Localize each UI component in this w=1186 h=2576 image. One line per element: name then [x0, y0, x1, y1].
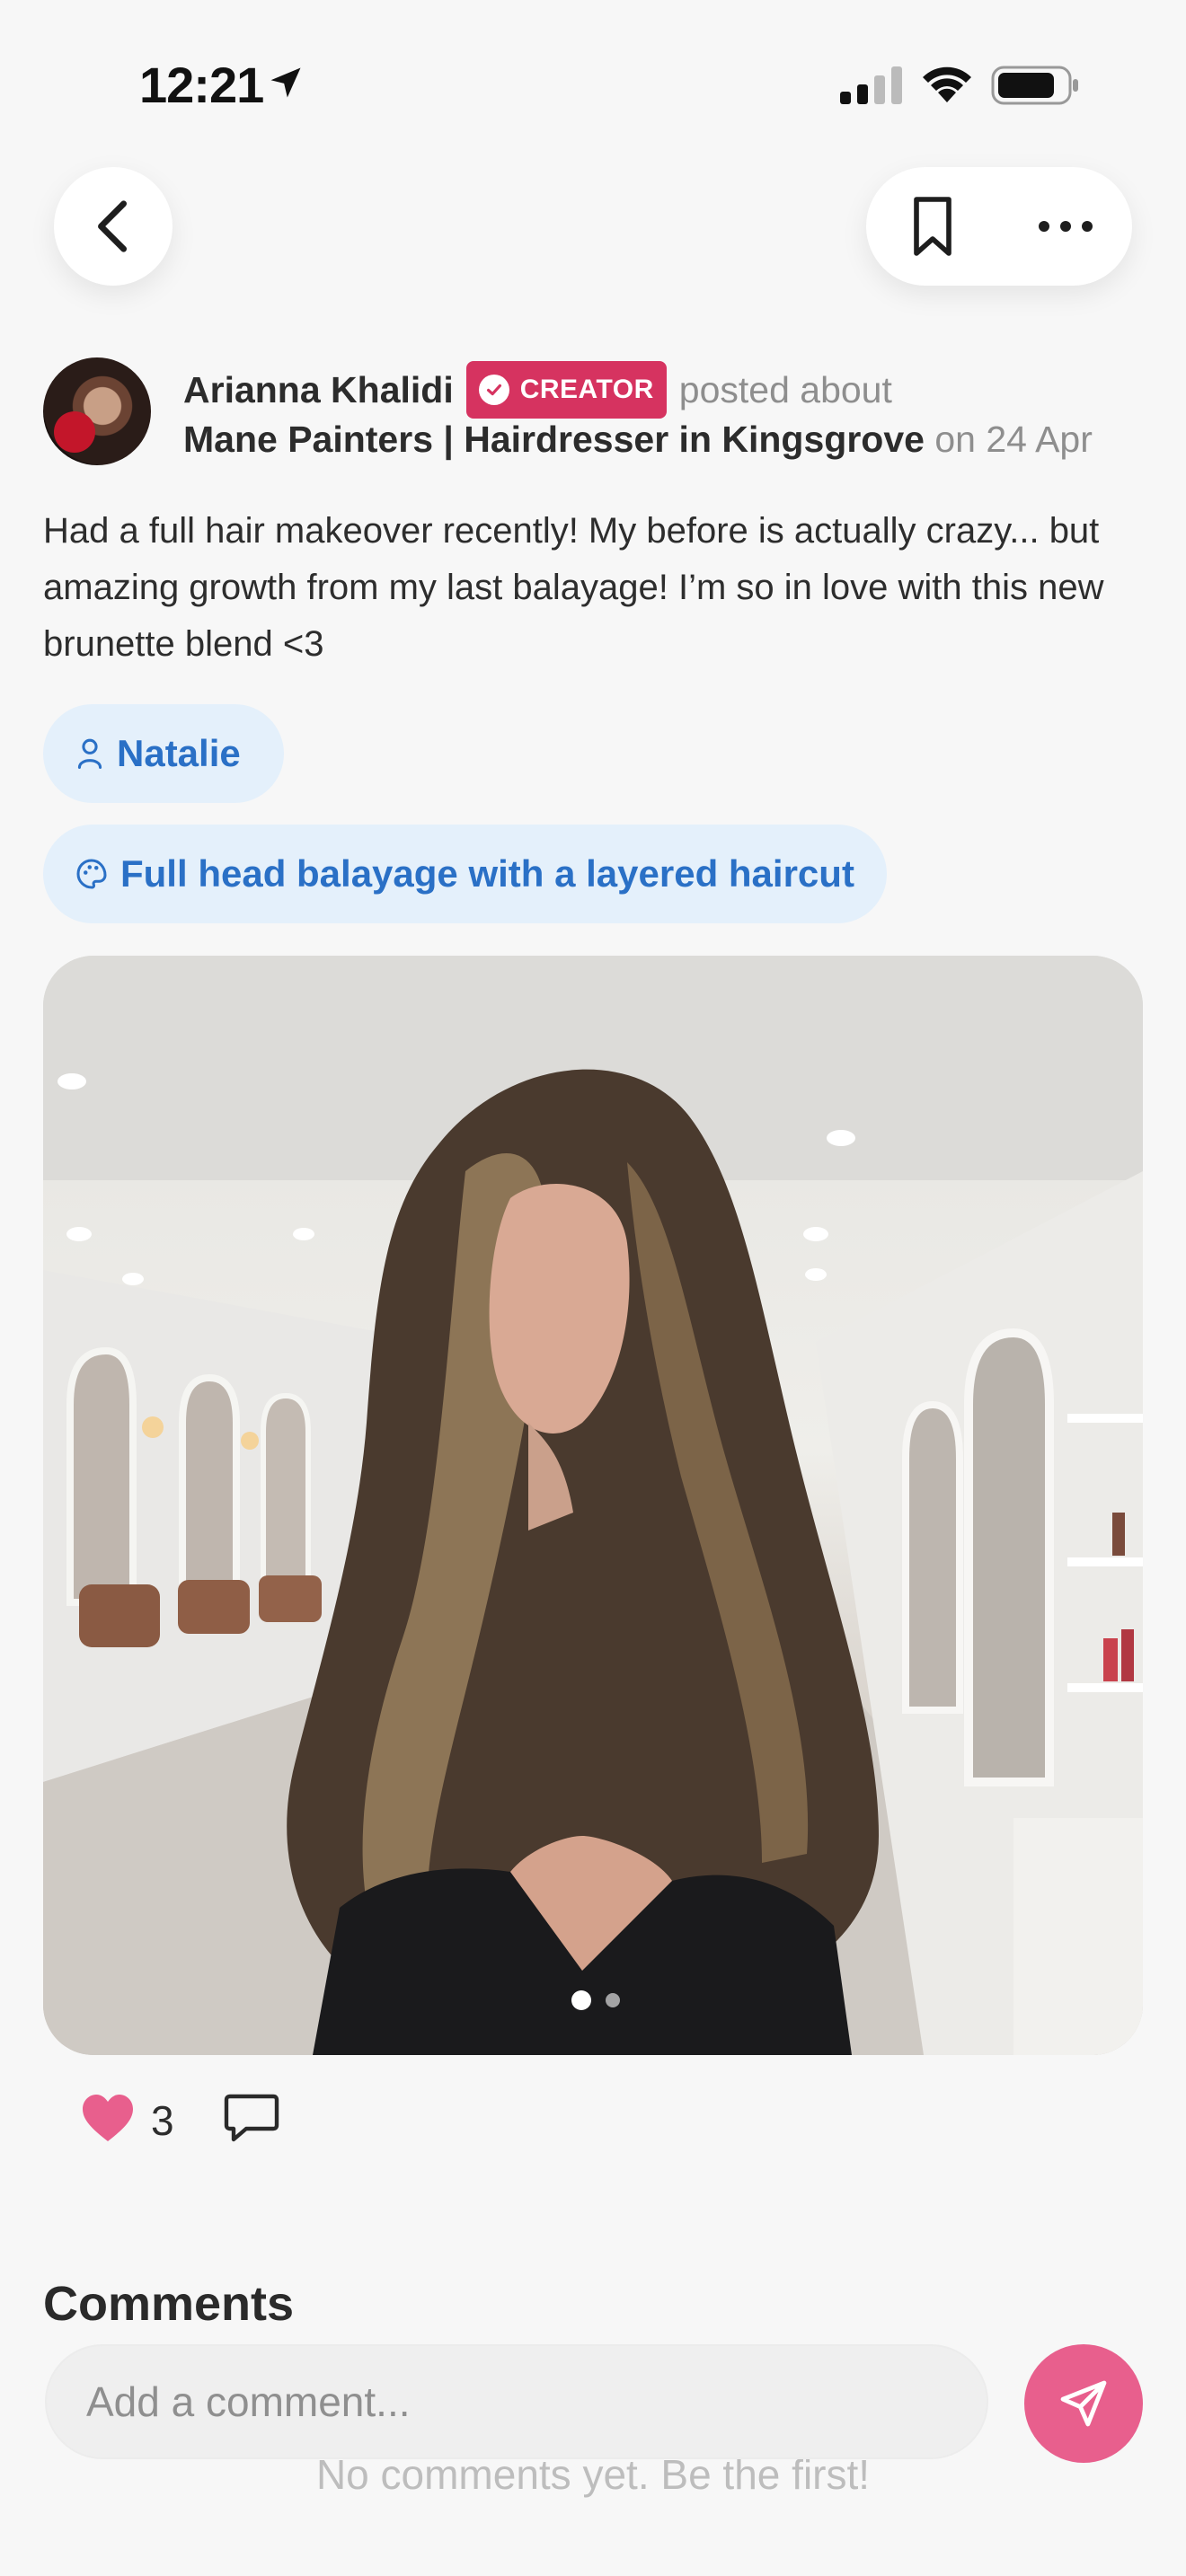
wifi-icon [923, 66, 971, 102]
avatar[interactable] [43, 357, 151, 465]
carousel-indicator[interactable] [564, 1990, 627, 2010]
post-body: Had a full hair makeover recently! My be… [43, 511, 1104, 664]
service-tag[interactable]: Full head balayage with a layered haircu… [43, 825, 887, 923]
stylist-tag-label: Natalie [117, 732, 241, 774]
creator-badge: CREATOR [465, 361, 667, 419]
author-name[interactable]: Arianna Khalidi [183, 369, 454, 411]
status-time: 12:21 [139, 57, 264, 113]
battery-icon [991, 66, 1078, 105]
business-line: Mane Painters | Hairdresser in Kingsgrov… [183, 419, 1093, 461]
stylist-tag[interactable]: Natalie [43, 704, 284, 803]
person-icon [77, 738, 102, 769]
carousel-dot[interactable] [606, 1993, 620, 2007]
post-photo[interactable] [43, 956, 1143, 2055]
author-line: Arianna Khalidi CREATOR posted about [183, 361, 892, 419]
business-link[interactable]: Mane Painters | Hairdresser in Kingsgrov… [183, 419, 925, 460]
comments-heading: Comments [43, 2277, 295, 2331]
send-icon [1060, 2380, 1107, 2427]
bookmark-icon [914, 197, 951, 256]
more-icon [1039, 221, 1093, 232]
bookmark-button[interactable] [866, 167, 999, 286]
comment-icon[interactable] [223, 2091, 280, 2145]
palette-icon [76, 859, 107, 889]
salon-photo-illustration [43, 956, 1143, 2055]
comment-input[interactable] [45, 2344, 988, 2459]
cellular-signal-icon [840, 66, 902, 104]
location-arrow-icon [270, 67, 301, 98]
heart-icon[interactable] [79, 2091, 137, 2145]
service-tag-label: Full head balayage with a layered haircu… [120, 852, 854, 895]
send-comment-button[interactable] [1024, 2344, 1143, 2463]
post-date: on 24 Apr [934, 419, 1093, 460]
post-actions-group [866, 167, 1132, 286]
creator-badge-label: CREATOR [519, 375, 654, 404]
carousel-dot-active[interactable] [571, 1990, 591, 2010]
like-count: 3 [151, 2097, 174, 2144]
check-circle-icon [478, 375, 509, 405]
chevron-left-icon [98, 200, 128, 252]
more-options-button[interactable] [999, 167, 1132, 286]
back-button[interactable] [54, 167, 173, 286]
posted-about-text: posted about [678, 368, 892, 410]
